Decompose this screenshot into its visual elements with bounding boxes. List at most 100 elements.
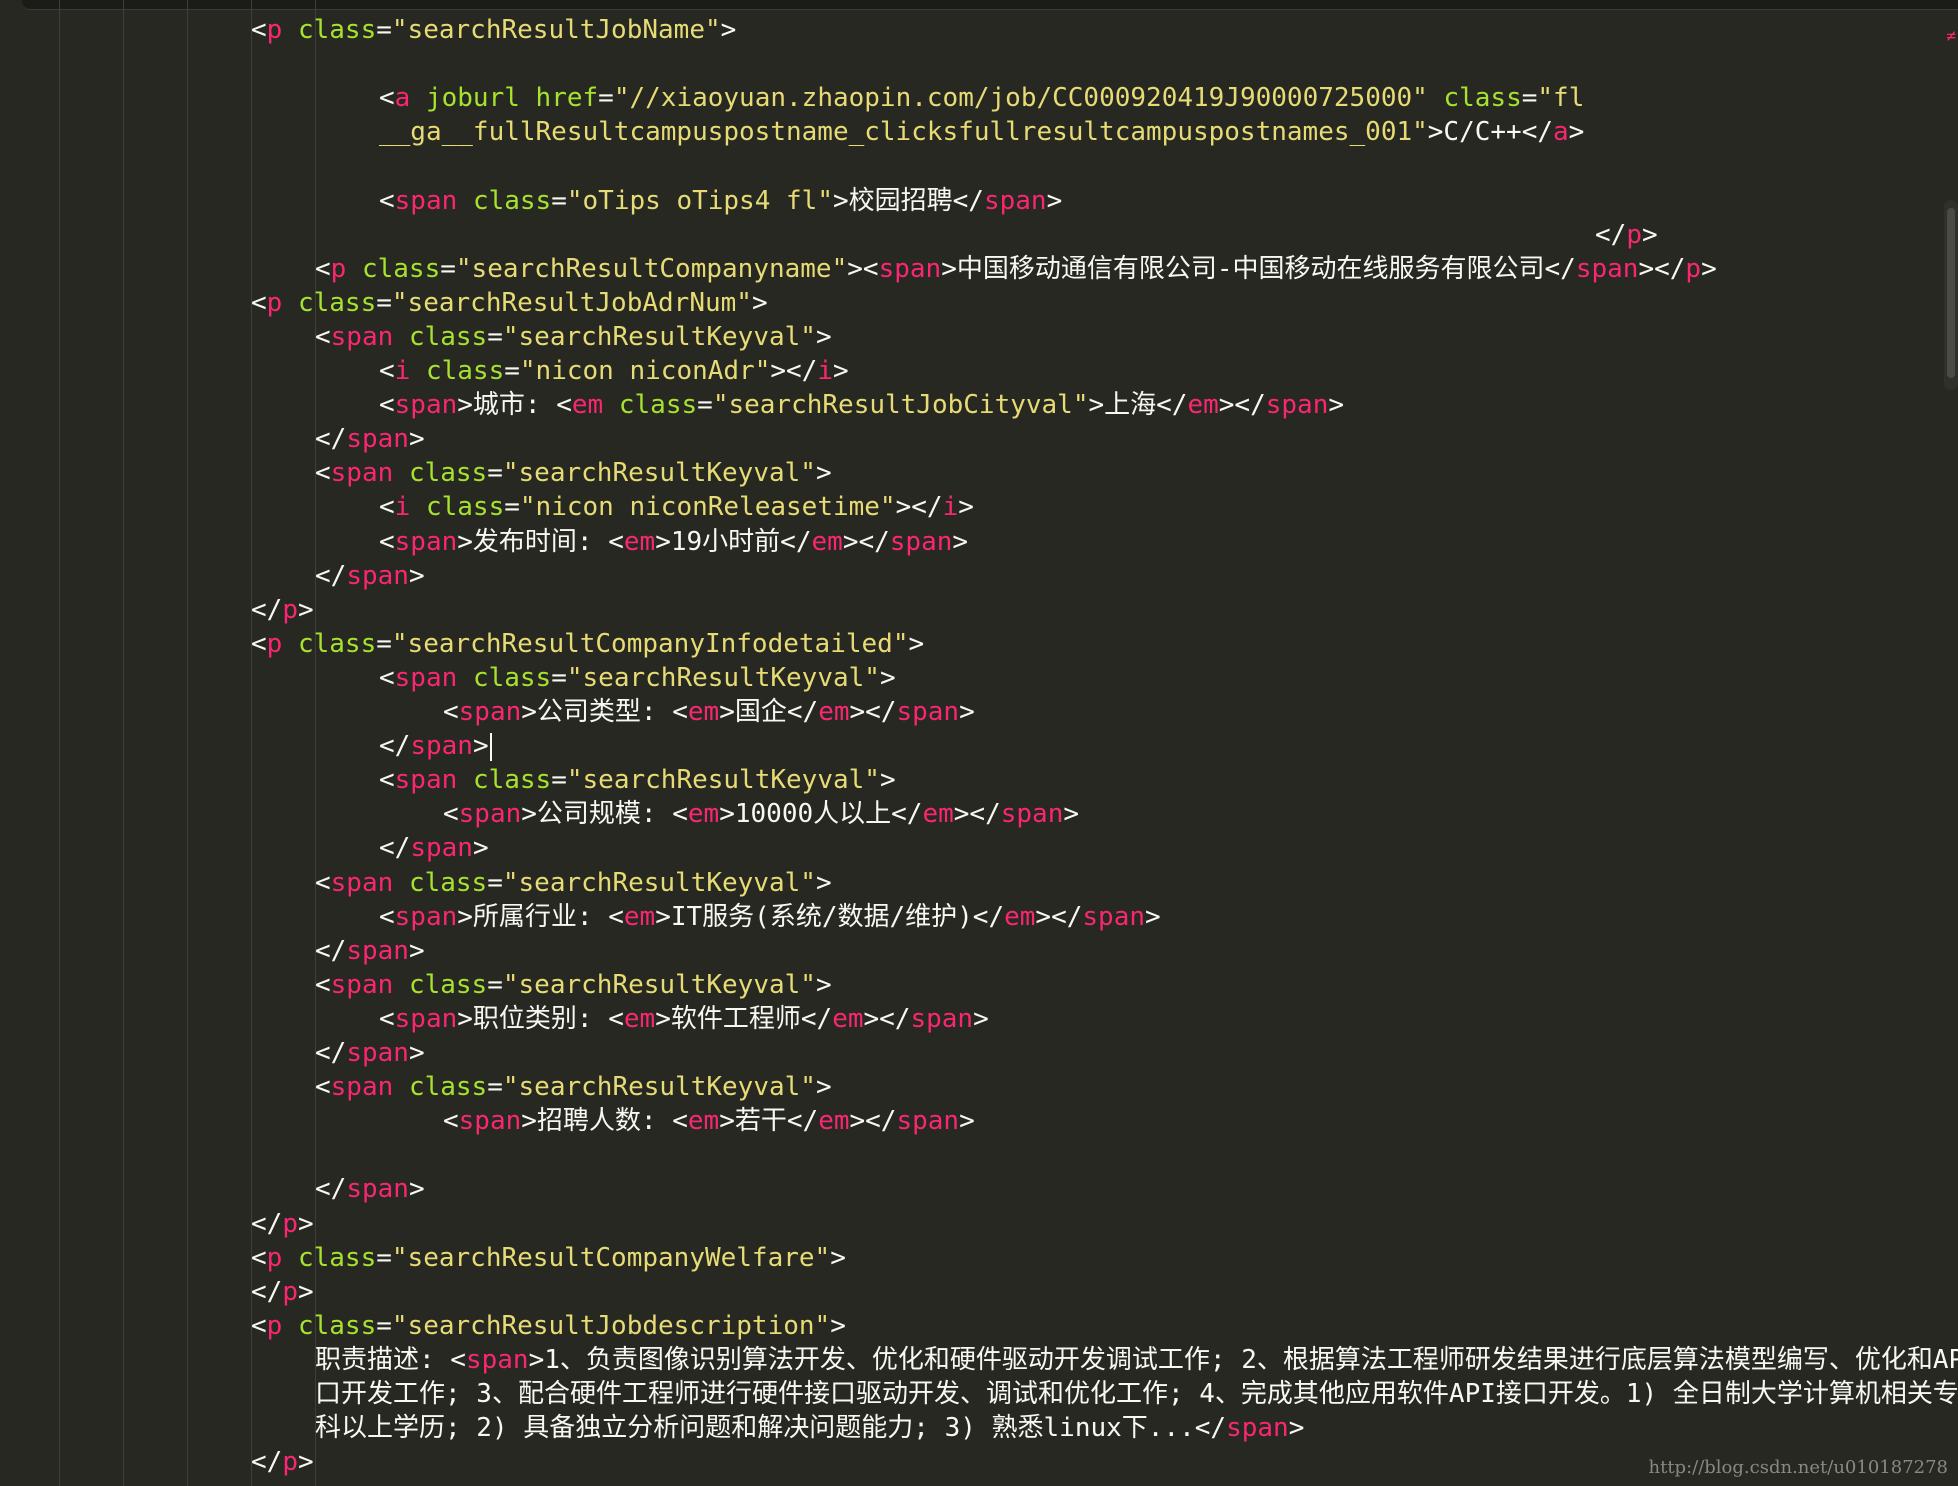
code-line[interactable]: <span class="searchResultKeyval">: [315, 866, 832, 900]
code-token: span: [394, 662, 458, 693]
code-line[interactable]: <a joburl href="//xiaoyuan.zhaopin.com/j…: [379, 81, 1584, 115]
code-line[interactable]: </p>: [251, 1207, 314, 1241]
code-token: span: [330, 1072, 394, 1103]
code-line[interactable]: </span>: [315, 559, 425, 593]
code-line[interactable]: 口开发工作; 3、配合硬件工程师进行硬件接口驱动开发、调试和优化工作; 4、完成…: [315, 1377, 1958, 1411]
code-token: </: [251, 1208, 283, 1239]
code-line[interactable]: <i class="nicon niconReleasetime"></i>: [379, 490, 974, 524]
code-token: <: [251, 628, 267, 659]
code-token: em: [623, 1003, 656, 1034]
code-token: =: [551, 765, 567, 796]
code-line[interactable]: </span>: [315, 422, 425, 456]
code-line[interactable]: <span class="searchResultKeyval">: [379, 763, 896, 797]
code-line[interactable]: <span>公司类型: <em>国企</em></span>: [443, 695, 975, 729]
code-line[interactable]: <span class="searchResultKeyval">: [379, 661, 896, 695]
code-token: joburl: [425, 83, 520, 114]
code-token: </: [1595, 219, 1627, 250]
code-line[interactable]: <p class="searchResultCompanyname"><span…: [315, 252, 1717, 286]
code-line[interactable]: </p>: [251, 1275, 314, 1309]
code-line[interactable]: 职责描述: <span>1、负责图像识别算法开发、优化和硬件驱动开发调试工作; …: [315, 1343, 1958, 1377]
code-line[interactable]: <span>职位类别: <em>软件工程师</em></span>: [379, 1002, 989, 1036]
code-token: span: [878, 253, 942, 284]
code-token: <: [315, 969, 331, 1000]
code-token: p: [282, 1208, 298, 1239]
code-token: <: [251, 15, 267, 45]
indent-guide: [187, 0, 188, 1486]
code-line[interactable]: <p class="searchResultCompanyInfodetaile…: [251, 627, 924, 661]
code-token: </: [315, 560, 347, 591]
code-token: <: [315, 1072, 331, 1103]
code-line[interactable]: <span class="searchResultKeyval">: [315, 320, 832, 354]
minimap-scrollbar[interactable]: [1944, 200, 1958, 390]
code-line[interactable]: </span>: [379, 729, 492, 763]
code-token: =: [697, 390, 713, 421]
code-line[interactable]: </span>: [379, 831, 489, 865]
code-line[interactable]: <p class="searchResultJobAdrNum">: [251, 286, 768, 320]
code-token: >: [472, 731, 489, 762]
code-line[interactable]: <p class="searchResultJobdescription">: [251, 1309, 846, 1343]
indent-guide: [123, 0, 124, 1486]
code-token: >: [952, 526, 969, 557]
code-line[interactable]: </span>: [315, 1172, 425, 1206]
scrollbar-thumb[interactable]: [1947, 208, 1955, 378]
code-token: <: [443, 799, 459, 830]
code-line[interactable]: <span>所属行业: <em>IT服务(系统/数据/维护)</em></spa…: [379, 900, 1161, 934]
code-line[interactable]: <p class="searchResultCompanyWelfare">: [251, 1241, 846, 1275]
code-line[interactable]: <span>招聘人数: <em>若干</em></span>: [443, 1104, 975, 1138]
code-line[interactable]: <span>城市: <em class="searchResultJobCity…: [379, 388, 1344, 422]
code-line[interactable]: <span>公司规模: <em>10000人以上</em></span>: [443, 797, 1079, 831]
code-token: =: [504, 492, 520, 523]
code-line[interactable]: </span>: [315, 1036, 425, 1070]
code-token: p: [1626, 219, 1642, 250]
code-line[interactable]: <span class="oTips oTips4 fl">校园招聘</span…: [379, 184, 1062, 218]
code-token: i: [394, 356, 411, 386]
code-token: p: [282, 594, 298, 625]
code-line[interactable]: <span class="searchResultKeyval">: [315, 456, 832, 490]
code-line[interactable]: <p class="searchResultJobName">: [251, 13, 736, 47]
code-token: >C/C++</: [1427, 117, 1554, 148]
code-line[interactable]: 科以上学历; 2) 具备独立分析问题和解决问题能力; 3) 熟悉linux下..…: [315, 1411, 1304, 1445]
code-token: >: [815, 458, 832, 489]
code-line[interactable]: <span class="searchResultKeyval">: [315, 1070, 832, 1104]
code-token: "fl: [1537, 83, 1585, 114]
code-token: >: [297, 1208, 314, 1239]
code-token: span: [889, 526, 953, 557]
code-token: >: [958, 492, 974, 523]
code-token: span: [896, 1106, 960, 1137]
code-token: class: [408, 969, 488, 1000]
code-token: >: [1063, 799, 1080, 830]
code-token: span: [346, 560, 409, 591]
code-line[interactable]: <span class="searchResultKeyval">: [315, 968, 832, 1002]
code-token: >: [1328, 390, 1345, 421]
code-token: span: [465, 1344, 529, 1375]
code-token: >职位类别: <: [457, 1003, 624, 1034]
code-line[interactable]: __ga__fullResultcampuspostname_clicksful…: [379, 115, 1584, 149]
code-token: <: [315, 321, 331, 352]
code-token: =: [376, 628, 392, 659]
code-token: span: [394, 185, 458, 216]
code-token: >: [832, 356, 849, 386]
code-line[interactable]: <i class="nicon niconAdr"></i>: [379, 354, 849, 388]
code-token: =: [598, 83, 614, 114]
code-token: >校园招聘</: [832, 185, 984, 216]
code-token: span: [394, 765, 458, 796]
code-line[interactable]: </p>: [251, 593, 314, 627]
code-line[interactable]: </p>: [251, 1445, 314, 1479]
indent-guide: [59, 0, 60, 1486]
code-token: "searchResultKeyval": [566, 765, 880, 796]
code-line[interactable]: </p>: [1595, 218, 1658, 252]
code-token: em: [687, 1106, 720, 1137]
code-token: span: [458, 1106, 522, 1137]
code-token: >国企</: [719, 697, 819, 727]
code-editor[interactable]: <p class="searchResultJobName"> <a joburl…: [0, 0, 1958, 1486]
code-line[interactable]: </span>: [315, 934, 425, 968]
code-token: </: [379, 731, 411, 762]
code-token: =: [551, 662, 567, 693]
code-token: >: [1641, 219, 1658, 250]
code-line[interactable]: <span>发布时间: <em>19小时前</em></span>: [379, 525, 968, 559]
